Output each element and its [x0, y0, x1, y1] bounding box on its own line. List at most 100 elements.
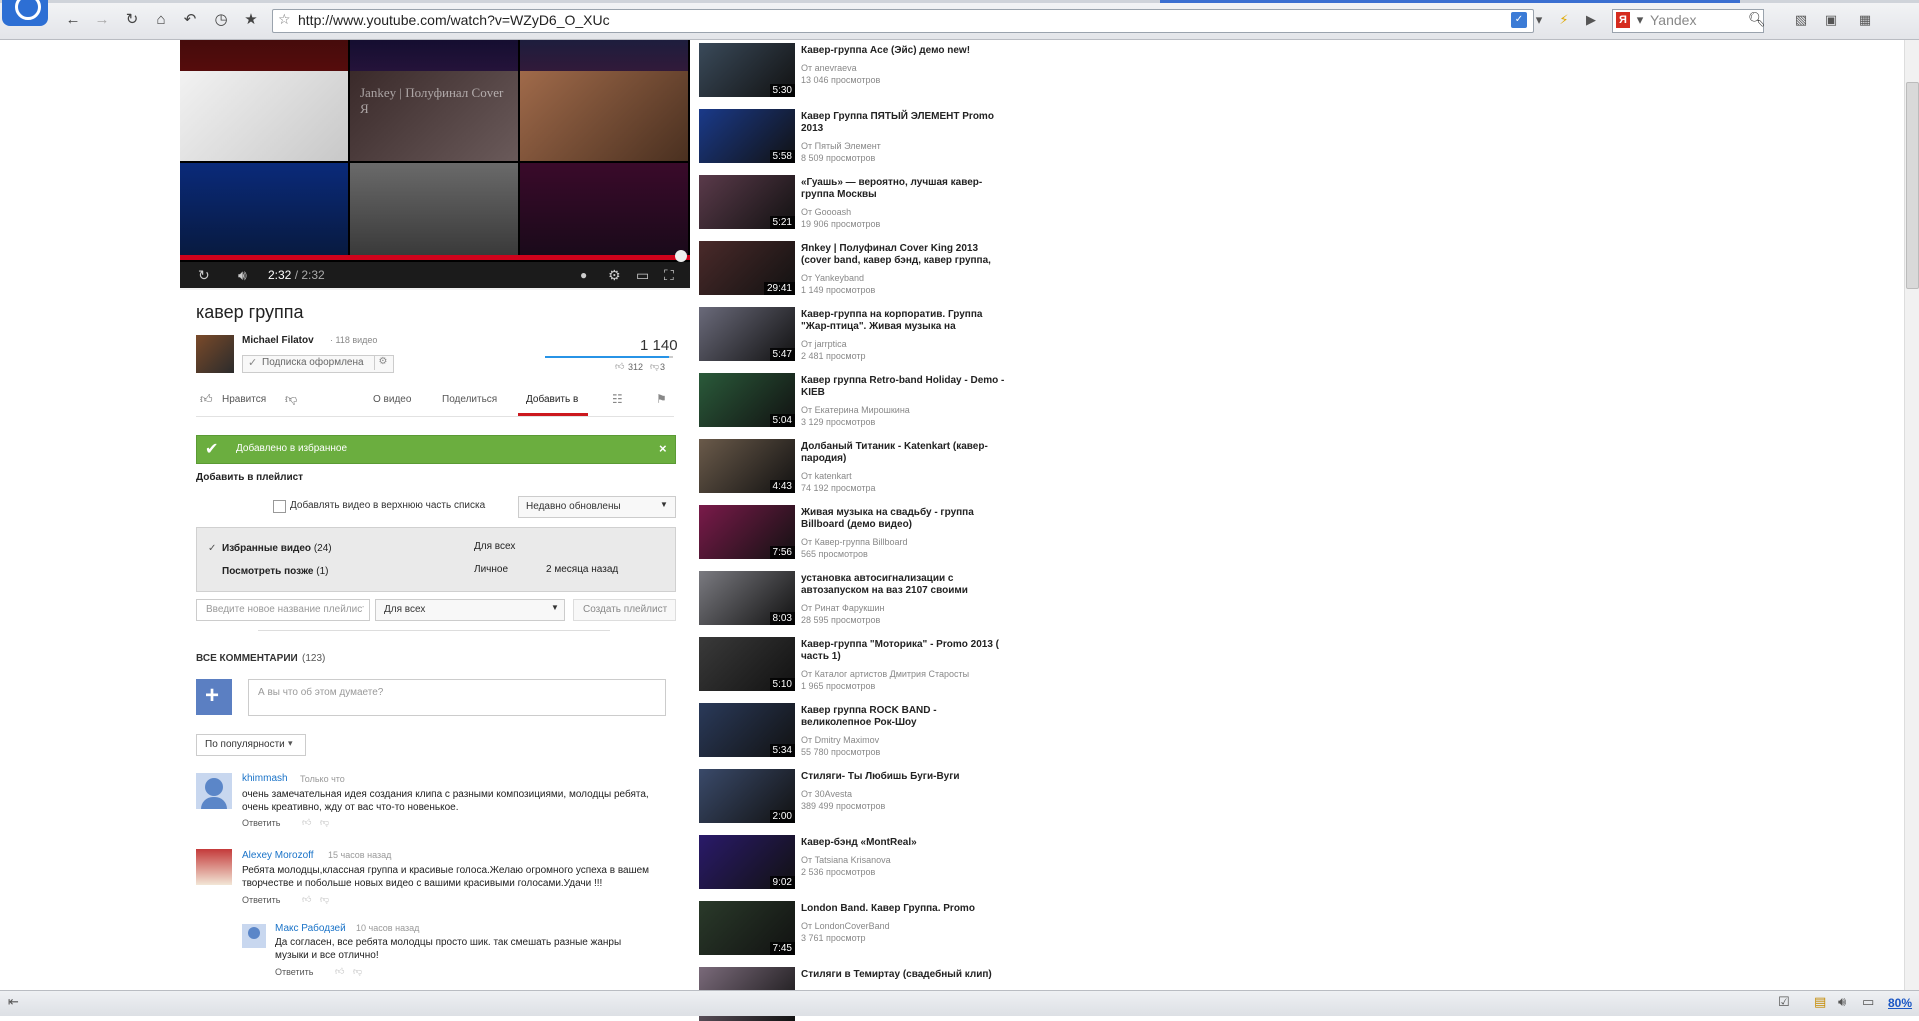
related-title[interactable]: «Гуашь» — вероятно, лучшая кавер-группа … [801, 177, 1006, 201]
reply-link[interactable]: Ответить [242, 818, 280, 828]
playlist-item-favorites[interactable]: Избранные видео (24) [222, 543, 332, 554]
related-title[interactable]: Кавер Группа ПЯТЫЙ ЭЛЕМЕНТ Promo 2013 [801, 111, 1006, 135]
reply-link[interactable]: Ответить [242, 895, 280, 905]
browser-menu-logo-icon[interactable] [2, 0, 48, 26]
related-title[interactable]: Кавер-группа на корпоратив. Группа "Жар-… [801, 309, 1006, 333]
add-to-top-checkbox[interactable] [273, 500, 286, 513]
related-title[interactable]: Кавер-группа Ace (Эйс) демо new! [801, 45, 1006, 57]
scrollbar-thumb[interactable] [1906, 82, 1919, 289]
related-thumbnail[interactable]: 4:43 [699, 439, 795, 493]
thumbs-up-icon[interactable]: 👍︎ [302, 817, 311, 828]
sidebar-toggle-icon[interactable]: ⇤ [8, 994, 19, 1010]
zoom-level[interactable]: 80% [1888, 996, 1912, 1010]
page-star-icon[interactable]: ☆ [278, 11, 294, 27]
thumbs-down-icon[interactable]: 👎︎ [320, 817, 329, 828]
related-thumbnail[interactable]: 5:21 [699, 175, 795, 229]
search-magnifier-icon[interactable]: 🔍︎ [1748, 11, 1766, 28]
undo-close-tab-icon[interactable]: ↶ [181, 11, 199, 29]
progress-handle[interactable] [675, 250, 687, 262]
progress-bar[interactable] [180, 255, 690, 260]
tab-share[interactable]: Поделиться [442, 394, 497, 405]
playlist-item-watch-later[interactable]: Посмотреть позже (1) [222, 566, 329, 577]
related-title[interactable]: Стиляги- Ты Любишь Буги-Вуги [801, 771, 1006, 783]
related-title[interactable]: Яnkey | Полуфинал Cover King 2013 (cover… [801, 243, 1006, 267]
close-icon[interactable]: × [659, 441, 667, 456]
thumbs-up-icon[interactable]: 👍︎ [302, 894, 311, 905]
thumbs-up-icon[interactable]: 👍︎ [335, 966, 344, 977]
thumbs-down-icon[interactable]: 👎︎ [320, 894, 329, 905]
related-title[interactable]: Живая музыка на свадьбу - группа Billboa… [801, 507, 1006, 531]
checkmark-status-icon[interactable]: ☑ [1778, 994, 1790, 1010]
related-thumbnail[interactable]: 29:41 [699, 241, 795, 295]
related-thumbnail[interactable]: 5:47 [699, 307, 795, 361]
reply-link[interactable]: Ответить [275, 967, 313, 977]
related-thumbnail[interactable]: 5:30 [699, 43, 795, 97]
comment-author[interactable]: khimmash [242, 773, 288, 784]
fullscreen-icon[interactable]: ⛶ [664, 262, 674, 288]
notes-icon[interactable]: ▤ [1814, 994, 1826, 1010]
related-title[interactable]: Долбаный Титаник - Katenkart (кавер-паро… [801, 441, 1006, 465]
forward-arrow-icon[interactable]: → [93, 11, 111, 29]
thumbs-up-icon[interactable]: 👍︎ [200, 392, 213, 407]
home-icon[interactable]: ⌂ [152, 11, 170, 29]
thumbs-down-icon[interactable]: 👎︎ [285, 392, 297, 407]
related-thumbnail[interactable]: 5:58 [699, 109, 795, 163]
settings-gear-icon[interactable]: ⚙ [608, 262, 621, 288]
related-title[interactable]: London Band. Кавер Группа. Promo [801, 903, 1006, 915]
related-thumbnail[interactable]: 5:34 [699, 703, 795, 757]
related-views: 2 536 просмотров [801, 867, 876, 877]
related-thumbnail[interactable]: 8:03 [699, 571, 795, 625]
video-duration: 7:45 [769, 942, 795, 955]
play-icon[interactable]: ▶ [1582, 12, 1600, 28]
channel-name[interactable]: Michael Filatov [242, 335, 314, 346]
flag-icon[interactable]: ⚑ [656, 392, 667, 406]
related-title[interactable]: Кавер-бэнд «MontReal» [801, 837, 1006, 849]
related-views: 3 129 просмотров [801, 417, 876, 427]
comment-author[interactable]: Alexey Morozoff [242, 850, 314, 861]
bookmark-star-icon[interactable]: ★ [242, 11, 260, 29]
volume-icon[interactable]: 🔊︎ [238, 262, 247, 288]
stats-icon[interactable]: ☷ [612, 392, 623, 406]
related-thumbnail[interactable]: 7:45 [699, 901, 795, 955]
address-dropdown-icon[interactable]: ▾ [1530, 12, 1548, 28]
related-thumbnail[interactable]: 5:10 [699, 637, 795, 691]
volume-icon[interactable]: 🔊︎ [1838, 994, 1846, 1010]
related-title[interactable]: Кавер группа Retro-band Holiday - Demo -… [801, 375, 1006, 399]
yandex-logo-icon[interactable]: Я [1616, 12, 1630, 28]
video-duration: 8:03 [769, 612, 795, 625]
video-player[interactable]: Jankey | Полуфинал Cover Я [180, 40, 690, 288]
page-mode-icon[interactable]: ▭ [1862, 994, 1874, 1010]
subscription-settings-icon[interactable]: ⚙ [374, 356, 391, 370]
addon-badge-icon[interactable]: ✓ [1511, 12, 1527, 28]
related-thumbnail[interactable]: 5:04 [699, 373, 795, 427]
tab-add-to[interactable]: Добавить в [526, 394, 578, 405]
comment-author[interactable]: Макс Рабодзей [275, 923, 346, 934]
theater-mode-icon[interactable]: ▭ [636, 262, 649, 288]
search-input[interactable]: Yandex [1650, 12, 1696, 28]
tab-about[interactable]: О видео [373, 394, 411, 405]
related-title[interactable]: Кавер группа ROCK BAND - великолепное Ро… [801, 705, 1006, 729]
search-engine-dropdown-icon[interactable]: ▾ [1631, 12, 1649, 28]
related-thumbnail[interactable]: 9:02 [699, 835, 795, 889]
related-thumbnail[interactable]: 2:00 [699, 769, 795, 823]
related-title[interactable]: Стиляги в Темиртау (свадебный клип) [801, 969, 1006, 981]
history-clock-icon[interactable]: ◷ [212, 11, 230, 29]
thumbs-down-icon[interactable]: 👎︎ [353, 966, 362, 977]
reload-icon[interactable]: ↻ [123, 11, 141, 29]
url-text[interactable]: http://www.youtube.com/watch?v=WZyD6_O_X… [298, 12, 610, 28]
avatar[interactable] [196, 849, 232, 885]
related-title[interactable]: Кавер-группа "Моторика" - Promo 2013 ( ч… [801, 639, 1006, 663]
video-frame-cell [520, 163, 688, 255]
annotations-icon[interactable]: ● [580, 262, 587, 288]
related-title[interactable]: установка автосигнализации с автозапуско… [801, 573, 1006, 597]
extension-menu-icon[interactable]: ▦ [1856, 12, 1874, 28]
screenshot-icon[interactable]: ▣ [1822, 12, 1840, 28]
extension-icon[interactable]: ▧ [1792, 12, 1810, 28]
channel-avatar[interactable] [196, 335, 234, 373]
back-arrow-icon[interactable]: ← [64, 11, 82, 29]
flash-icon[interactable]: ⚡ [1555, 12, 1573, 28]
dislike-count: 3 [660, 362, 666, 372]
replay-icon[interactable]: ↻ [198, 262, 210, 288]
related-thumbnail[interactable]: 7:56 [699, 505, 795, 559]
like-button[interactable]: Нравится [222, 394, 266, 405]
